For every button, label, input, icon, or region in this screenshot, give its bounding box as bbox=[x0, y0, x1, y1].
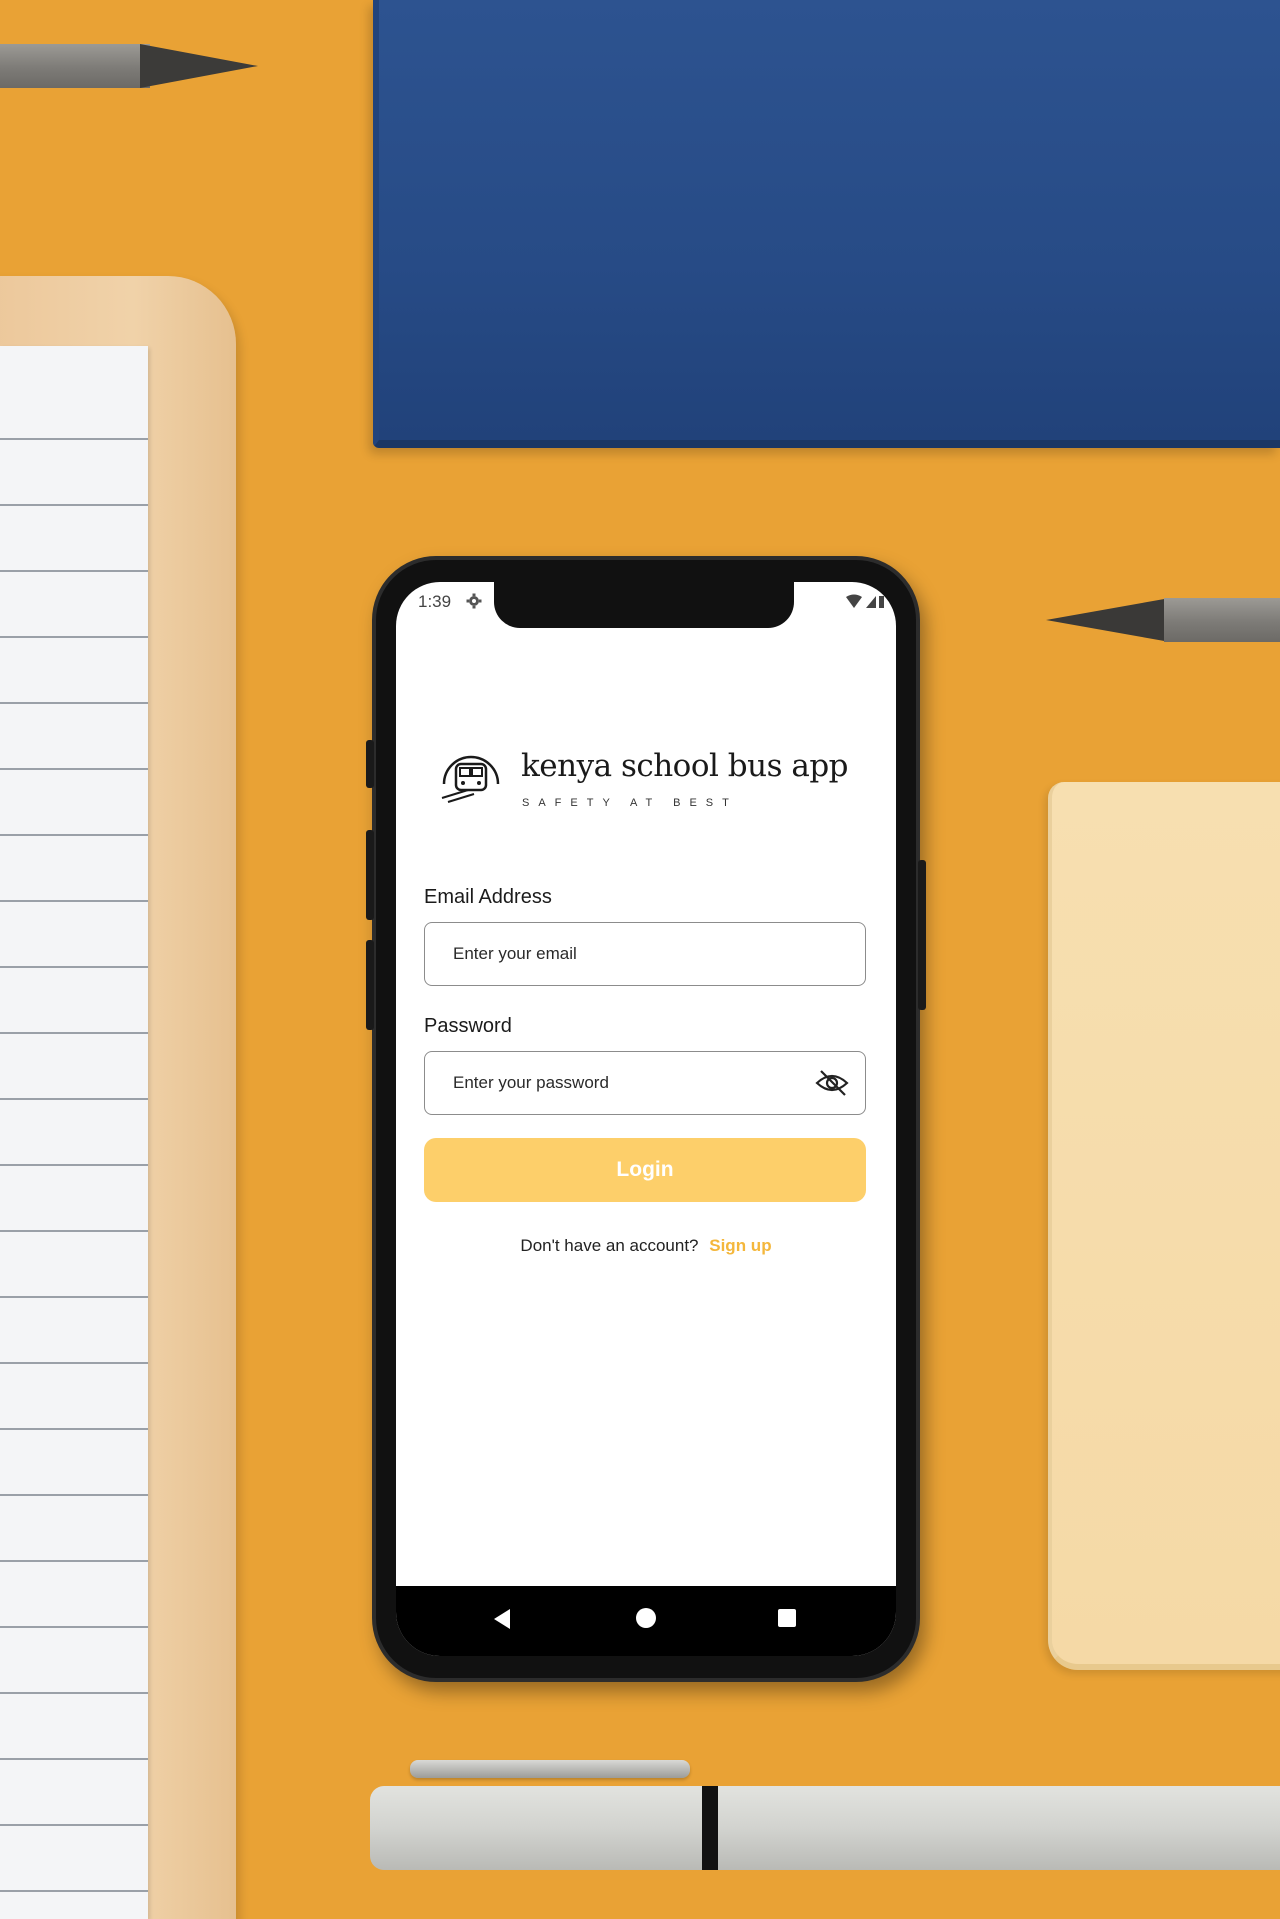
email-label: Email Address bbox=[424, 886, 552, 908]
camera-notch bbox=[494, 582, 794, 628]
bus-logo-icon bbox=[438, 750, 504, 811]
sticky-note-pad bbox=[1048, 782, 1280, 1670]
app-title: kenya school bus app bbox=[521, 748, 849, 784]
pen-clip bbox=[410, 1760, 690, 1778]
password-field[interactable] bbox=[424, 1051, 866, 1115]
pencil-top-left bbox=[0, 36, 260, 96]
signup-row: Don't have an account? Sign up bbox=[396, 1236, 896, 1256]
recents-square-icon[interactable] bbox=[778, 1609, 796, 1627]
phone-side-button bbox=[366, 740, 374, 788]
pencil-right bbox=[1046, 590, 1280, 650]
eye-off-icon[interactable] bbox=[815, 1068, 849, 1103]
navigation-bar bbox=[396, 1586, 896, 1656]
signup-prompt: Don't have an account? bbox=[520, 1236, 699, 1255]
app-tagline: SAFETY AT BEST bbox=[522, 797, 738, 809]
phone-volume-up bbox=[366, 830, 374, 920]
password-label: Password bbox=[424, 1015, 512, 1037]
email-field[interactable] bbox=[424, 922, 866, 986]
blue-notebook bbox=[373, 0, 1280, 448]
app-screen: 1:39 kenya school bus app SAFETY AT BEST… bbox=[396, 582, 896, 1656]
lined-paper bbox=[0, 346, 148, 1919]
email-input[interactable] bbox=[453, 944, 837, 964]
phone-device: 1:39 kenya school bus app SAFETY AT BEST… bbox=[366, 556, 926, 1682]
signup-link[interactable]: Sign up bbox=[709, 1236, 771, 1255]
password-input[interactable] bbox=[453, 1073, 837, 1093]
back-triangle-icon[interactable] bbox=[492, 1608, 512, 1635]
phone-power-button bbox=[918, 860, 926, 1010]
signal-wifi-icon bbox=[844, 594, 884, 615]
gear-icon bbox=[466, 593, 482, 614]
status-time: 1:39 bbox=[418, 592, 452, 611]
phone-volume-down bbox=[366, 940, 374, 1030]
login-button[interactable]: Login bbox=[424, 1138, 866, 1202]
pen bbox=[370, 1786, 1280, 1870]
home-circle-icon[interactable] bbox=[636, 1608, 656, 1628]
